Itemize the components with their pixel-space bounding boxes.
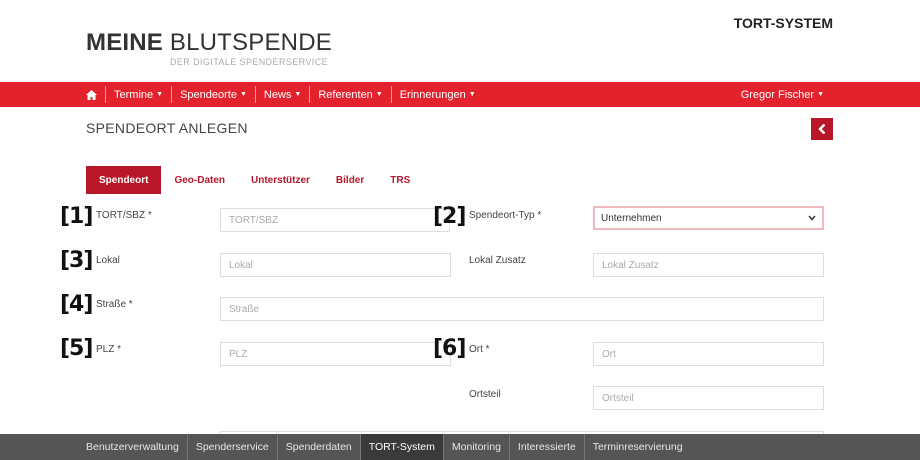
caret-down-icon: ▼ <box>375 91 383 98</box>
marker-6: [6] <box>433 336 466 361</box>
ortsteil-label: Ortsteil <box>469 389 501 400</box>
bottom-nav-benutzerverwaltung[interactable]: Benutzerverwaltung <box>78 434 187 460</box>
tab-unterstuetzer[interactable]: Unterstützer <box>238 166 323 194</box>
caret-down-icon: ▼ <box>468 91 476 98</box>
form-tabs: Spendeort Geo-Daten Unterstützer Bilder … <box>86 166 423 194</box>
brand-subtitle: DER DIGITALE SPENDERSERVICE <box>170 57 329 67</box>
brand-logo[interactable]: MEINE BLUTSPENDE DER DIGITALE SPENDERSER… <box>86 29 332 68</box>
caret-down-icon: ▼ <box>156 91 164 98</box>
ort-label: Ort * <box>469 344 490 355</box>
nav-erinnerungen[interactable]: Erinnerungen ▼ <box>390 86 484 103</box>
plz-input[interactable] <box>220 342 451 366</box>
chevron-left-icon <box>818 124 826 134</box>
bottom-nav-monitoring[interactable]: Monitoring <box>442 434 509 460</box>
lokal-input[interactable] <box>220 253 451 277</box>
caret-down-icon: ▼ <box>294 91 302 98</box>
ort-input[interactable] <box>593 342 824 366</box>
system-title: TORT-SYSTEM <box>733 15 833 31</box>
brand-name: MEINE BLUTSPENDE <box>86 29 332 56</box>
tab-trs[interactable]: TRS <box>377 166 423 194</box>
tort-label: TORT/SBZ * <box>96 210 152 221</box>
marker-2: [2] <box>433 204 466 229</box>
marker-3: [3] <box>60 248 93 273</box>
bottom-nav-spenderservice[interactable]: Spenderservice <box>186 434 277 460</box>
page-title: SPENDEORT ANLEGEN <box>86 120 248 136</box>
spendeort-typ-select[interactable]: Unternehmen <box>593 206 824 230</box>
caret-down-icon: ▼ <box>817 91 824 98</box>
marker-4: [4] <box>60 292 93 317</box>
bottom-nav-terminreservierung[interactable]: Terminreservierung <box>583 434 691 460</box>
lokal-zusatz-input[interactable] <box>593 253 824 277</box>
back-button[interactable] <box>811 118 833 140</box>
bottom-nav-tort-system[interactable]: TORT-System <box>359 434 443 460</box>
nav-spendeorte[interactable]: Spendeorte ▼ <box>171 86 255 103</box>
marker-1: [1] <box>60 204 93 229</box>
tab-spendeort[interactable]: Spendeort <box>86 166 162 194</box>
bottom-navbar: Benutzerverwaltung Spenderservice Spende… <box>0 434 920 460</box>
main-navbar: Termine ▼ Spendeorte ▼ News ▼ Referenten ▼ E… <box>0 82 920 107</box>
ortsteil-input[interactable] <box>593 386 824 410</box>
marker-5: [5] <box>60 336 93 361</box>
bottom-nav-interessierte[interactable]: Interessierte <box>508 434 584 460</box>
spendeort-typ-label: Spendeort-Typ * <box>469 210 542 221</box>
tab-bilder[interactable]: Bilder <box>323 166 377 194</box>
strasse-label: Straße * <box>96 299 133 310</box>
nav-termine[interactable]: Termine ▼ <box>105 86 171 103</box>
tab-geo-daten[interactable]: Geo-Daten <box>161 166 238 194</box>
nav-referenten[interactable]: Referenten ▼ <box>309 86 390 103</box>
bottom-nav-spenderdaten[interactable]: Spenderdaten <box>276 434 360 460</box>
strasse-input[interactable] <box>220 297 824 321</box>
plz-label: PLZ * <box>96 344 122 355</box>
tort-input[interactable] <box>220 208 450 232</box>
chevron-down-icon <box>808 214 816 223</box>
caret-down-icon: ▼ <box>239 91 247 98</box>
home-icon[interactable] <box>78 86 105 103</box>
user-menu[interactable]: Gregor Fischer ▼ <box>741 82 824 107</box>
nav-news[interactable]: News ▼ <box>254 86 309 103</box>
lokal-zusatz-label: Lokal Zusatz <box>469 255 526 266</box>
lokal-label: Lokal <box>96 255 120 266</box>
